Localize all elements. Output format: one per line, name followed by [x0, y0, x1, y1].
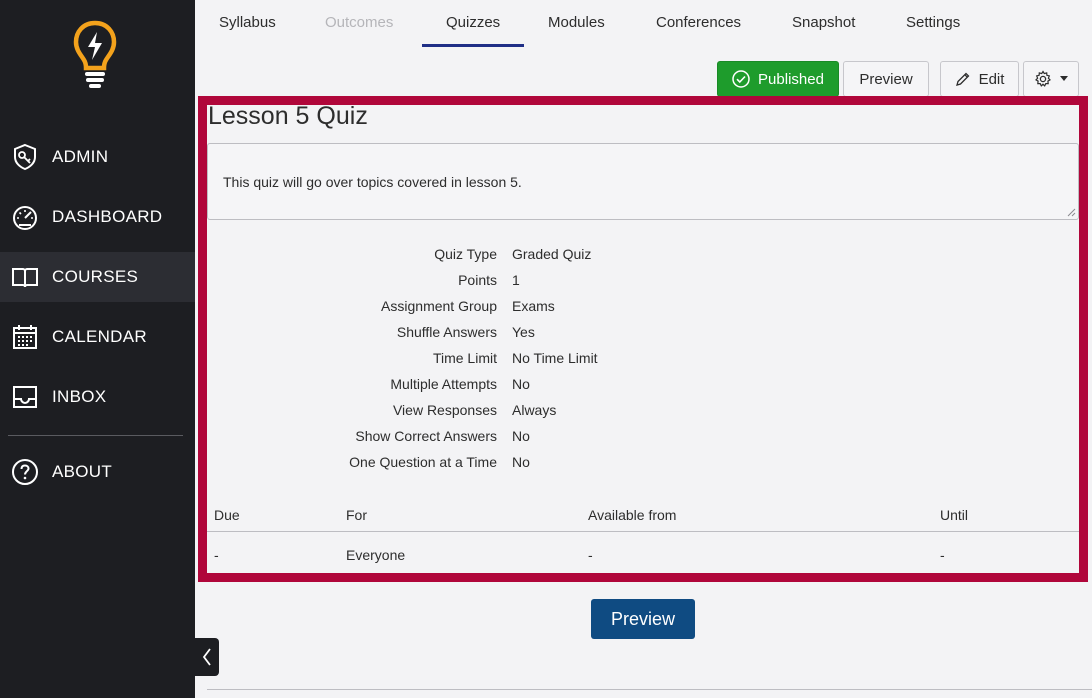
detail-row: Show Correct Answers No [207, 423, 807, 449]
sidebar-item-calendar[interactable]: CALENDAR [0, 312, 195, 362]
question-icon [12, 459, 38, 485]
detail-key: Points [458, 272, 497, 288]
table-cell-available-from: - [588, 547, 593, 563]
sidebar-item-admin[interactable]: ADMIN [0, 132, 195, 182]
quiz-description: This quiz will go over topics covered in… [223, 174, 522, 190]
gear-icon [1035, 70, 1051, 87]
table-divider [207, 531, 1079, 532]
preview-button[interactable]: Preview [843, 61, 929, 97]
tab-conferences[interactable]: Conferences [656, 0, 741, 46]
table-header-until: Until [940, 507, 969, 523]
quiz-title: Lesson 5 Quiz [208, 102, 368, 130]
detail-value: Exams [512, 298, 555, 314]
sidebar-item-label: COURSES [52, 267, 139, 286]
sidebar-item-label: INBOX [52, 387, 107, 406]
settings-menu-button[interactable] [1023, 61, 1079, 97]
detail-row: Time Limit No Time Limit [207, 345, 807, 371]
active-tab-indicator [422, 44, 524, 47]
detail-value: No [512, 428, 530, 444]
table-header-due: Due [214, 507, 240, 523]
sidebar: ADMIN DASHBOARD COURSES CALENDAR INBOX A… [0, 0, 195, 698]
detail-value: Always [512, 402, 557, 418]
tab-modules[interactable]: Modules [548, 0, 605, 46]
check-circle-icon [732, 70, 750, 88]
calendar-icon [13, 325, 37, 349]
detail-key: One Question at a Time [349, 454, 497, 470]
preview-quiz-button[interactable]: Preview [591, 599, 695, 639]
resize-handle-icon[interactable] [1067, 208, 1076, 217]
quiz-description-box[interactable]: This quiz will go over topics covered in… [207, 143, 1079, 220]
chevron-left-icon [202, 648, 211, 666]
tab-snapshot[interactable]: Snapshot [792, 0, 855, 46]
sidebar-item-dashboard[interactable]: DASHBOARD [0, 192, 195, 242]
table-cell-due: - [214, 547, 219, 563]
sidebar-item-label: CALENDAR [52, 327, 147, 346]
caret-down-icon [1060, 76, 1068, 81]
tab-outcomes[interactable]: Outcomes [325, 0, 393, 46]
shield-icon [14, 143, 36, 171]
detail-row: Shuffle Answers Yes [207, 319, 807, 345]
tab-settings[interactable]: Settings [906, 0, 960, 46]
collapse-sidebar-button[interactable] [195, 638, 219, 676]
detail-row: Points 1 [207, 267, 807, 293]
bottom-divider [207, 689, 1092, 690]
tab-quizzes[interactable]: Quizzes [446, 0, 500, 46]
detail-key: Show Correct Answers [355, 428, 497, 444]
sidebar-item-inbox[interactable]: INBOX [0, 372, 195, 422]
detail-value: Graded Quiz [512, 246, 592, 262]
detail-key: Multiple Attempts [390, 376, 497, 392]
sidebar-item-label: ABOUT [52, 462, 113, 481]
detail-value: Yes [512, 324, 535, 340]
detail-value: No [512, 454, 530, 470]
edit-label: Edit [978, 70, 1005, 88]
detail-row: One Question at a Time No [207, 449, 807, 475]
lightbulb-logo-icon[interactable] [72, 20, 118, 88]
detail-key: Assignment Group [381, 298, 497, 314]
detail-value: No Time Limit [512, 350, 598, 366]
published-button[interactable]: Published [717, 61, 839, 97]
detail-key: View Responses [392, 402, 497, 418]
detail-row: Quiz Type Graded Quiz [207, 241, 807, 267]
sidebar-item-courses[interactable]: COURSES [0, 252, 195, 302]
tab-syllabus[interactable]: Syllabus [219, 0, 276, 46]
sidebar-item-label: ADMIN [52, 147, 109, 166]
edit-button[interactable]: Edit [940, 61, 1019, 97]
detail-key: Shuffle Answers [396, 324, 497, 340]
detail-key: Quiz Type [434, 246, 497, 262]
inbox-icon [13, 386, 37, 408]
table-cell-until: - [940, 547, 945, 563]
preview-label: Preview [859, 70, 913, 88]
sidebar-divider [8, 435, 183, 436]
table-header-for: For [346, 507, 367, 523]
detail-value: No [512, 376, 530, 392]
detail-row: View Responses Always [207, 397, 807, 423]
table-header-available-from: Available from [588, 507, 677, 523]
detail-value: 1 [512, 272, 520, 288]
book-icon [12, 268, 38, 288]
speedometer-icon [13, 206, 37, 230]
sidebar-item-label: DASHBOARD [52, 207, 163, 226]
sidebar-item-about[interactable]: ABOUT [0, 447, 195, 497]
published-label: Published [758, 70, 824, 88]
detail-row: Assignment Group Exams [207, 293, 807, 319]
detail-key: Time Limit [432, 350, 497, 366]
table-cell-for: Everyone [346, 547, 406, 563]
detail-row: Multiple Attempts No [207, 371, 807, 397]
pencil-icon [955, 72, 969, 86]
